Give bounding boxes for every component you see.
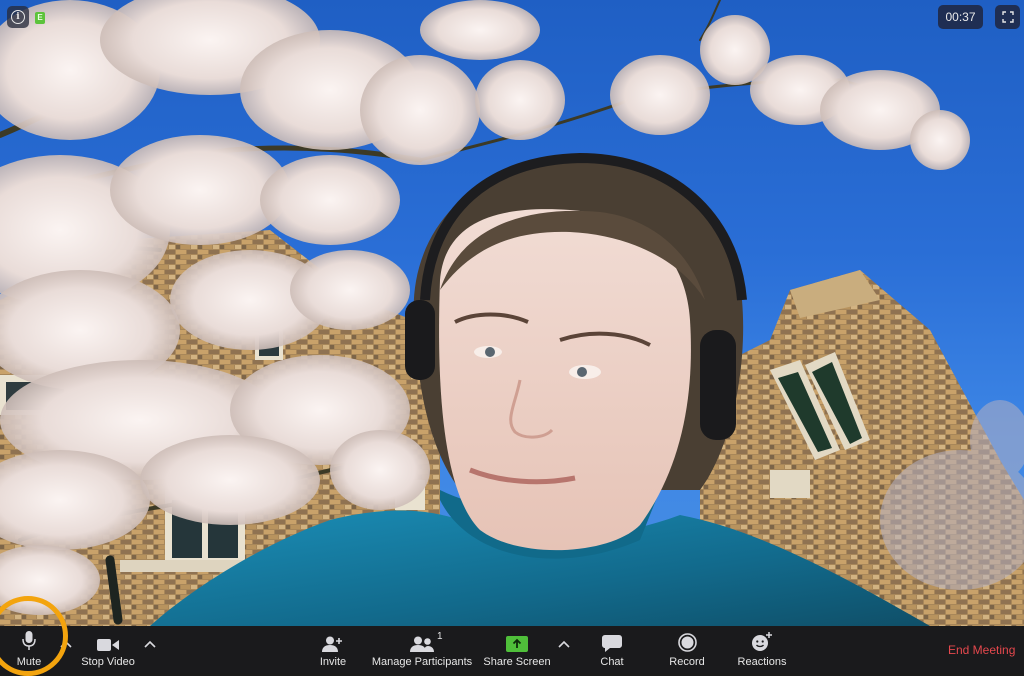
share-screen-button[interactable]: Share Screen [483, 626, 551, 673]
chat-button[interactable]: Chat [596, 626, 628, 673]
reactions-label: Reactions [737, 656, 787, 668]
video-frame-illustration [0, 0, 1024, 626]
video-camera-icon [97, 639, 119, 651]
stop-video-label: Stop Video [81, 656, 135, 668]
headphones-left-cup [405, 300, 435, 380]
chat-label: Chat [600, 656, 624, 668]
meeting-timer: 00:37 [938, 5, 983, 29]
invite-button[interactable]: Invite [316, 626, 350, 673]
share-screen-icon [506, 636, 528, 652]
audio-options-caret-icon[interactable] [59, 638, 73, 650]
record-icon [677, 633, 697, 652]
add-person-icon [322, 636, 342, 652]
record-button[interactable]: Record [666, 626, 708, 673]
participant-count: 1 [437, 631, 443, 642]
reactions-button[interactable]: Reactions [734, 626, 790, 673]
share-screen-label: Share Screen [483, 656, 551, 668]
end-meeting-button[interactable]: End Meeting [948, 643, 1015, 657]
invite-label: Invite [319, 656, 347, 668]
manage-participants-button[interactable]: Manage Participants [372, 626, 472, 673]
fullscreen-icon [1001, 11, 1014, 23]
manage-participants-label: Manage Participants [371, 656, 473, 668]
fullscreen-button[interactable] [995, 5, 1020, 29]
video-options-caret-icon[interactable] [143, 638, 157, 650]
participants-icon [410, 636, 434, 652]
chat-bubble-icon [602, 635, 622, 652]
emoji-plus-icon [752, 632, 772, 651]
video-feed [0, 0, 1024, 626]
meeting-toolbar: Mute Stop Video Invite Manage Participan… [0, 626, 1024, 673]
record-label: Record [669, 656, 705, 668]
meeting-info-button[interactable]: i [7, 6, 29, 28]
stop-video-button[interactable]: Stop Video [80, 626, 136, 673]
mute-label: Mute [16, 656, 42, 668]
microphone-icon [22, 631, 36, 650]
headphones-right-cup [700, 330, 736, 440]
share-options-caret-icon[interactable] [557, 638, 571, 650]
info-icon: i [11, 10, 25, 24]
participant-face [439, 209, 691, 551]
encryption-badge[interactable]: E [35, 12, 45, 24]
mute-button[interactable]: Mute [12, 626, 46, 673]
